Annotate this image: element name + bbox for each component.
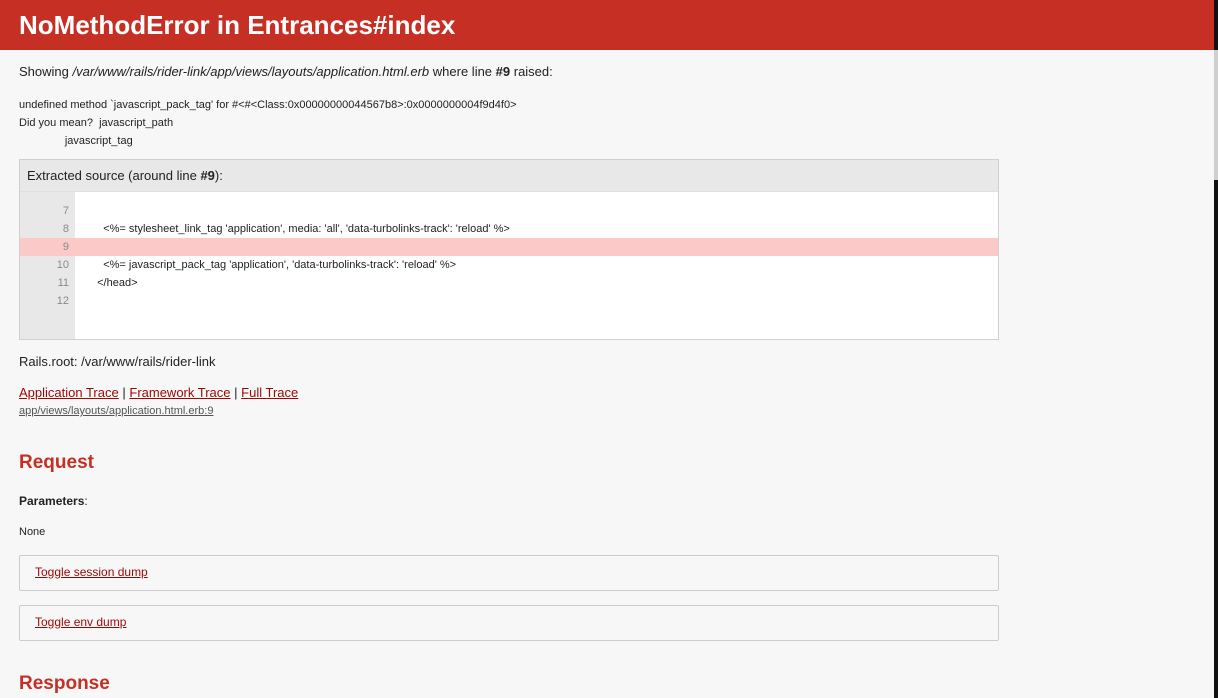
trace-entry-link[interactable]: app/views/layouts/application.html.erb:9 xyxy=(19,405,213,417)
trace-separator: | xyxy=(122,385,126,400)
application-trace-link[interactable]: Application Trace xyxy=(19,385,119,400)
error-message: undefined method `javascript_pack_tag' f… xyxy=(19,99,517,147)
env-dump-box: Toggle env dump xyxy=(19,605,999,641)
line-number: 9 xyxy=(20,238,69,256)
parameters-value: None xyxy=(19,526,46,538)
template-info: Showing /var/www/rails/rider-link/app/vi… xyxy=(19,64,553,79)
showing-suffix: raised: xyxy=(510,64,553,79)
template-path: /var/www/rails/rider-link/app/views/layo… xyxy=(72,64,430,79)
source-line: 10 <%= javascript_pack_tag 'application'… xyxy=(20,256,998,274)
showing-middle: where line xyxy=(429,64,496,79)
window-edge xyxy=(1214,0,1218,698)
line-code: </head> xyxy=(91,277,138,289)
line-number: 8 xyxy=(62,223,69,235)
trace-links: Application Trace | Framework Trace | Fu… xyxy=(19,385,298,400)
line-ref: #9 xyxy=(495,64,511,79)
line-number: 12 xyxy=(56,295,69,307)
line-number: 7 xyxy=(62,205,69,217)
line-number: 11 xyxy=(57,277,69,289)
trace-entry: app/views/layouts/application.html.erb:9 xyxy=(19,405,213,417)
full-trace-link[interactable]: Full Trace xyxy=(241,385,298,400)
showing-prefix: Showing xyxy=(19,64,73,79)
line-number: 10 xyxy=(56,259,69,271)
parameters-label: Parameters: xyxy=(19,494,88,508)
response-heading: Response xyxy=(19,673,110,694)
page-title: NoMethodError in Entrances#index xyxy=(19,10,456,40)
rails-root: Rails.root: /var/www/rails/rider-link xyxy=(19,354,216,369)
toggle-session-dump-link[interactable]: Toggle session dump xyxy=(35,565,148,579)
source-line: 12 xyxy=(20,292,998,310)
line-code: <%= javascript_pack_tag 'application', '… xyxy=(91,259,457,271)
error-title-bar: NoMethodError in Entrances#index xyxy=(0,0,1214,50)
source-line: 7 xyxy=(20,202,998,220)
source-header: Extracted source (around line #9): xyxy=(20,160,998,192)
line-code: <%= stylesheet_link_tag 'application', m… xyxy=(91,223,510,235)
framework-trace-link[interactable]: Framework Trace xyxy=(129,385,230,400)
trace-separator: | xyxy=(234,385,238,400)
toggle-env-dump-link[interactable]: Toggle env dump xyxy=(35,615,126,629)
source-line: 9 xyxy=(20,238,998,256)
request-heading: Request xyxy=(19,452,94,473)
extracted-source: Extracted source (around line #9): 7 8 <%… xyxy=(19,159,999,340)
source-line: 11 </head> xyxy=(20,274,998,292)
source-line: 8 <%= stylesheet_link_tag 'application',… xyxy=(20,220,998,238)
session-dump-box: Toggle session dump xyxy=(19,555,999,591)
